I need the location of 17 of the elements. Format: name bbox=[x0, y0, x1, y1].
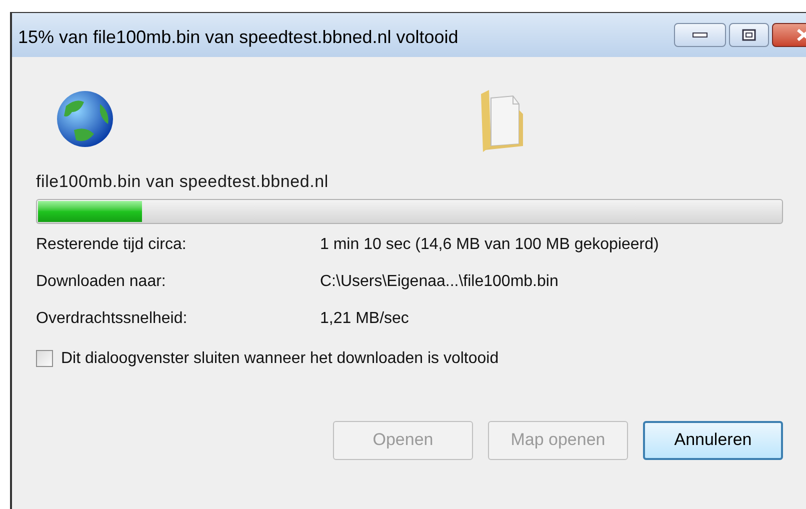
detail-value: 1,21 MB/sec bbox=[320, 308, 409, 328]
detail-value: C:\Users\Eigenaa...\file100mb.bin bbox=[320, 272, 558, 292]
checkbox[interactable] bbox=[36, 350, 53, 367]
cancel-button[interactable]: Annuleren bbox=[643, 420, 783, 460]
window-title: 15% van file100mb.bin van speedtest.bbned.nl voltooid bbox=[18, 26, 458, 49]
globe-icon bbox=[56, 90, 114, 148]
file-name: file100mb.bin van speedtest.bbned.nl bbox=[36, 171, 330, 193]
maximize-icon bbox=[742, 29, 756, 41]
detail-label: Downloaden naar: bbox=[36, 272, 167, 292]
checkbox-label: Dit dialoogvenster sluiten wanneer het downloaden is voltooid bbox=[61, 348, 499, 368]
detail-label: Overdrachtssnelheid: bbox=[36, 308, 188, 328]
minimize-icon bbox=[692, 32, 708, 38]
maximize-button[interactable] bbox=[729, 23, 769, 47]
minimize-button[interactable] bbox=[674, 23, 726, 47]
detail-value: 1 min 10 sec (14,6 MB van 100 MB gekopieerd) bbox=[320, 234, 659, 254]
folder-icon bbox=[479, 90, 525, 152]
detail-label: Resterende tijd circa: bbox=[36, 234, 188, 254]
